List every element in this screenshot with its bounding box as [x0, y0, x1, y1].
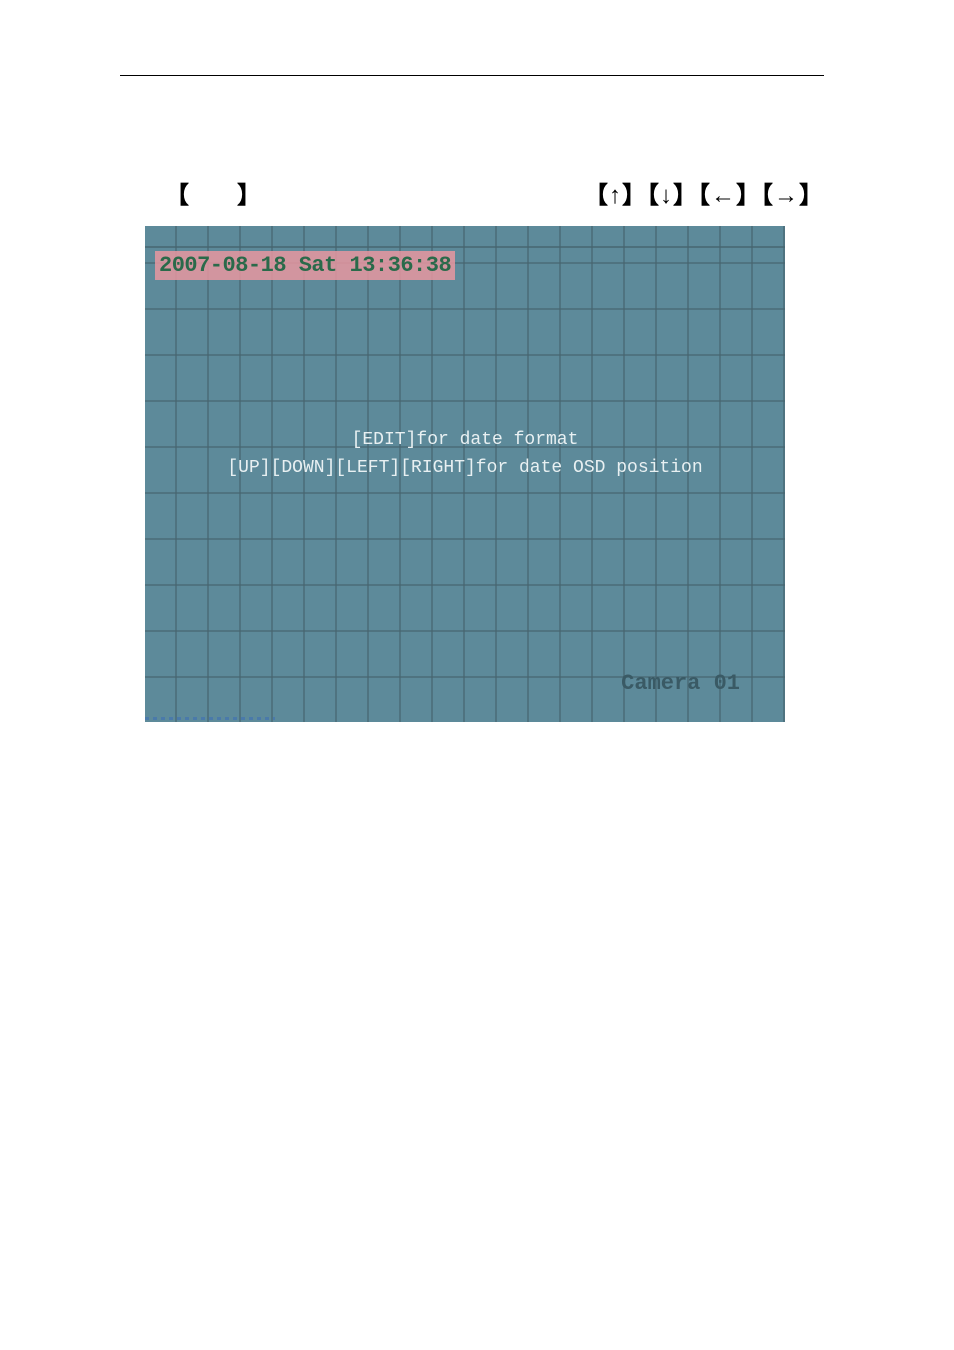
instruction-text: [EDIT]for date format [UP][DOWN][LEFT][R… [145, 426, 785, 482]
page-container: 【 】 【↑】【↓】【←】【→】 2007-08-18 Sat 13:36:38… [0, 0, 954, 1350]
camera-label: Camera 01 [621, 671, 740, 696]
osd-screenshot: 2007-08-18 Sat 13:36:38 [EDIT]for date f… [145, 226, 785, 722]
bracket-left: 【 】 [165, 175, 261, 210]
bracket-arrows: 【↑】【↓】【←】【→】 [584, 175, 824, 210]
instruction-line-2: [UP][DOWN][LEFT][RIGHT]for date OSD posi… [145, 454, 785, 482]
header-divider [120, 75, 824, 76]
datetime-osd[interactable]: 2007-08-18 Sat 13:36:38 [155, 251, 455, 280]
instruction-line-1: [EDIT]for date format [145, 426, 785, 454]
scanline-artifact [145, 717, 275, 720]
